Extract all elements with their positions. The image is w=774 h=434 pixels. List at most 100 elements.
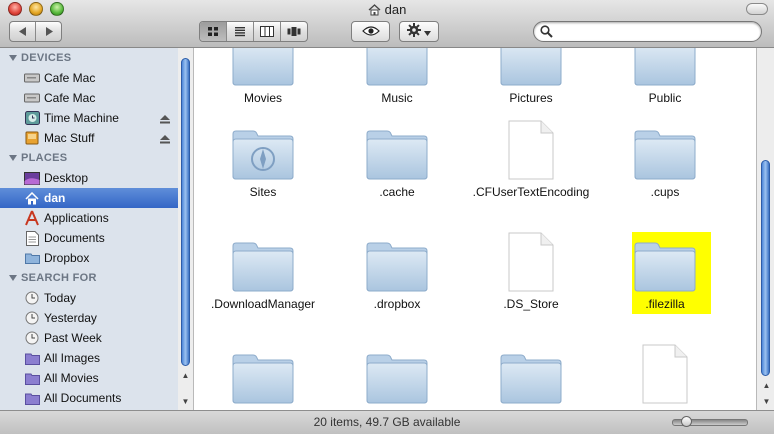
icon-size-slider[interactable] [672,416,748,427]
chevron-down-icon [424,25,431,39]
back-button[interactable] [10,22,35,41]
sidebar-section-devices: DEVICES Cafe Mac Cafe Mac Time Machine M… [0,48,178,148]
clock-icon [24,290,40,306]
main-scrollbar[interactable]: ▲ ▼ [756,48,774,410]
hard-drive-icon [24,70,40,86]
sidebar-item-applications[interactable]: Applications [0,208,178,228]
eject-icon[interactable] [160,113,170,127]
scroll-down-arrow-icon[interactable]: ▼ [178,394,193,408]
time-machine-icon [24,110,40,126]
file-item[interactable] [332,344,462,408]
folder-icon [499,352,563,404]
toolbar-toggle-button[interactable] [746,3,768,15]
sidebar-item-dropbox[interactable]: Dropbox [0,248,178,268]
file-name-label: Music [381,91,413,105]
file-name-label: .DS_Store [503,297,559,311]
window-toolbar: dan [0,0,774,48]
file-item[interactable]: .DS_Store [466,232,596,313]
sidebar-scrollbar[interactable]: ▲ ▼ [178,48,194,410]
folder-icon [499,48,563,86]
scroll-up-arrow-icon[interactable]: ▲ [759,378,774,392]
hard-drive-icon [24,90,40,106]
file-item[interactable]: .CFUserTextEncoding [466,120,596,201]
file-item[interactable]: Pictures [466,48,596,107]
sites-folder-icon [231,128,295,180]
sidebar-scroll-thumb[interactable] [181,58,190,366]
forward-button[interactable] [35,22,61,41]
disclosure-triangle-icon[interactable] [9,55,17,61]
scroll-up-arrow-icon[interactable]: ▲ [178,368,193,382]
main-scroll-thumb[interactable] [761,160,770,376]
file-item[interactable] [198,344,328,408]
sidebar-item-all-documents[interactable]: All Documents [0,388,178,408]
file-name-label: .CFUserTextEncoding [472,185,590,199]
sidebar-item-documents[interactable]: Documents [0,228,178,248]
scroll-down-arrow-icon[interactable]: ▼ [759,394,774,408]
section-header[interactable]: DEVICES [0,48,178,68]
folder-icon [231,240,295,292]
file-item[interactable]: .dropbox [332,232,462,313]
file-item[interactable]: .cache [332,120,462,201]
file-icon-grid: Movies Music Pictures Public Sites .cache .CFU… [194,48,756,410]
search-icon [540,25,553,41]
sidebar-item-today[interactable]: Today [0,288,178,308]
view-mode-control [199,21,308,42]
folder-icon [633,48,697,86]
clock-icon [24,310,40,326]
file-item-selected[interactable]: .filezilla [600,232,730,313]
sidebar-item-all-images[interactable]: All Images [0,348,178,368]
file-name-label: Sites [249,185,277,199]
file-name-label: Public [648,91,682,105]
search-field[interactable] [533,21,762,42]
sidebar-item-mac-stuff[interactable]: Mac Stuff [0,128,178,148]
gear-icon [407,23,421,40]
folder-icon [365,352,429,404]
coverflow-view-icon[interactable] [280,22,307,41]
list-view-icon[interactable] [226,22,253,41]
folder-icon [231,48,295,86]
disclosure-triangle-icon[interactable] [9,155,17,161]
eject-icon[interactable] [160,133,170,147]
folder-icon [633,128,697,180]
sidebar-item-desktop[interactable]: Desktop [0,168,178,188]
folder-icon [365,128,429,180]
file-name-label: Pictures [509,91,553,105]
icon-view-icon[interactable] [200,22,226,41]
search-input[interactable] [556,23,756,39]
file-name-label: .cups [650,185,680,199]
sidebar-item-yesterday[interactable]: Yesterday [0,308,178,328]
smart-folder-icon [24,370,40,386]
disclosure-triangle-icon[interactable] [9,275,17,281]
file-name-label: .filezilla [645,297,685,311]
document-icon [508,232,554,292]
quicklook-button[interactable] [351,21,390,42]
smart-folder-icon [24,390,40,406]
external-drive-icon [24,130,40,146]
sidebar-item-time-machine[interactable]: Time Machine [0,108,178,128]
window-title-text: dan [384,2,407,17]
home-icon [24,190,40,206]
column-view-icon[interactable] [253,22,280,41]
section-header[interactable]: SEARCH FOR [0,268,178,288]
folder-icon [365,240,429,292]
action-menu-button[interactable] [399,21,439,42]
file-name-label: .DownloadManager [210,297,316,311]
dropbox-icon [24,250,40,266]
file-item[interactable]: .cups [600,120,730,201]
file-item[interactable]: Public [600,48,730,107]
icon-size-slider-knob[interactable] [681,416,692,427]
file-item[interactable]: Music [332,48,462,107]
file-item[interactable]: .DownloadManager [198,232,328,313]
sidebar-item-all-movies[interactable]: All Movies [0,368,178,388]
file-name-label: .dropbox [373,297,421,311]
folder-icon [365,48,429,86]
file-item[interactable]: Sites [198,120,328,201]
sidebar-item-cafe-mac[interactable]: Cafe Mac [0,68,178,88]
file-item[interactable] [466,344,596,408]
file-item[interactable]: Movies [198,48,328,107]
sidebar-item-dan[interactable]: dan [0,188,178,208]
file-item[interactable] [600,344,730,408]
section-header[interactable]: PLACES [0,148,178,168]
sidebar-item-past-week[interactable]: Past Week [0,328,178,348]
sidebar-item-cafe-mac-2[interactable]: Cafe Mac [0,88,178,108]
